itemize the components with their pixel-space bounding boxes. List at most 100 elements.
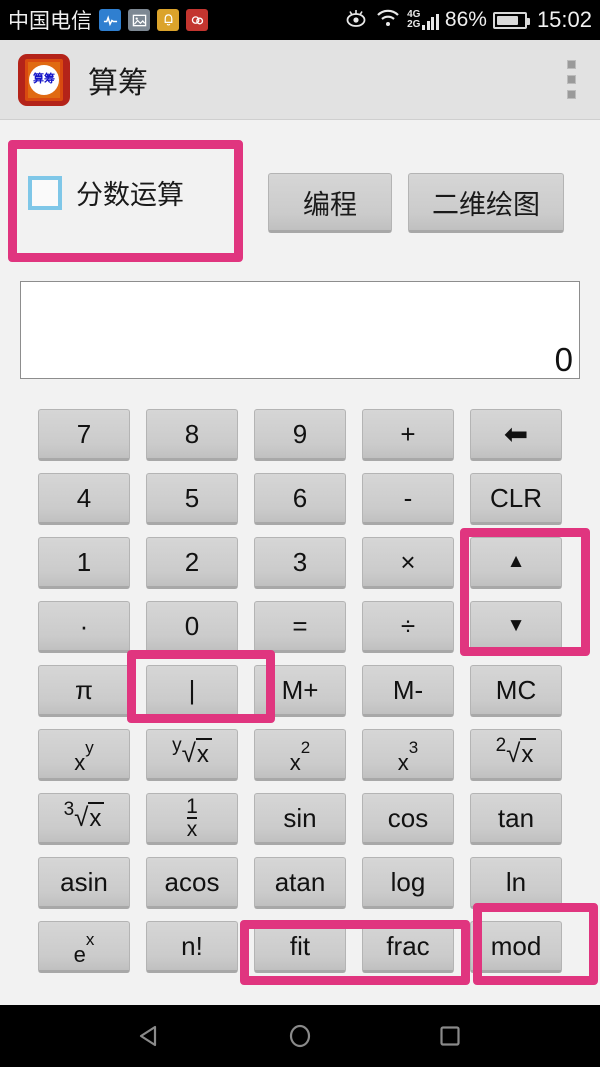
key-label: M+ — [281, 674, 319, 705]
key-plus[interactable]: + — [362, 409, 454, 461]
key-6[interactable]: 6 — [254, 473, 346, 525]
key-x-squared[interactable]: x2 — [254, 729, 346, 781]
key-fit[interactable]: fit — [254, 921, 346, 973]
key-mod[interactable]: mod — [470, 921, 562, 973]
key-7[interactable]: 7 — [38, 409, 130, 461]
key-log[interactable]: log — [362, 857, 454, 909]
key-label: acos — [164, 866, 220, 897]
keypad: 7 8 9 + ⬅ 4 5 6 - CLR 1 2 3 × ▲ · 0 = ÷ ▼ π | M+ M- MC xy y √ x x2 x3 2… — [0, 405, 600, 981]
key-sin[interactable]: sin — [254, 793, 346, 845]
key-multiply[interactable]: × — [362, 537, 454, 589]
plot-2d-button[interactable]: 二维绘图 — [408, 173, 564, 233]
key-label: x2 — [289, 738, 311, 775]
key-label: 8 — [184, 418, 200, 449]
key-asin[interactable]: asin — [38, 857, 130, 909]
clock-label: 15:02 — [536, 7, 592, 32]
key-label: ▲ — [506, 551, 526, 572]
key-ln[interactable]: ln — [470, 857, 562, 909]
key-arrow-down[interactable]: ▼ — [470, 601, 562, 653]
key-label: x3 — [397, 738, 419, 775]
key-x-pow-y[interactable]: xy — [38, 729, 130, 781]
key-label: 3 √ x — [64, 799, 105, 834]
key-pi[interactable]: π — [38, 665, 130, 717]
key-label: + — [400, 418, 416, 449]
fraction-mode-checkbox[interactable]: 分数运算 — [28, 173, 184, 212]
key-2[interactable]: 2 — [146, 537, 238, 589]
key-clear[interactable]: CLR — [470, 473, 562, 525]
key-mem-sub[interactable]: M- — [362, 665, 454, 717]
key-label: 2 — [184, 546, 200, 577]
key-label: 7 — [76, 418, 92, 449]
key-8[interactable]: 8 — [146, 409, 238, 461]
key-label: log — [390, 866, 426, 897]
key-factorial[interactable]: n! — [146, 921, 238, 973]
phone-screen: 中国电信 4G 2G 86% 15:02 算筹 算筹 分数运算 编程 二维绘图 … — [0, 0, 600, 1067]
carrier-label: 中国电信 — [8, 10, 92, 33]
checkbox-icon[interactable] — [28, 175, 62, 210]
programming-button[interactable]: 编程 — [268, 173, 392, 233]
key-label: ln — [505, 866, 527, 897]
key-label: sin — [283, 802, 317, 833]
key-cube-root[interactable]: 3 √ x — [38, 793, 130, 845]
page-title: 算筹 — [88, 66, 148, 100]
key-label: atan — [274, 866, 326, 897]
calculator-display[interactable]: 0 — [20, 281, 580, 379]
keypad-row: 1 2 3 × ▲ — [0, 533, 600, 597]
key-1[interactable]: 1 — [38, 537, 130, 589]
key-pipe[interactable]: | — [146, 665, 238, 717]
network-secondary-label: 2G — [407, 19, 421, 30]
home-icon[interactable] — [285, 1021, 315, 1051]
keypad-row: π | M+ M- MC — [0, 661, 600, 725]
key-label: 6 — [292, 482, 308, 513]
key-divide[interactable]: ÷ — [362, 601, 454, 653]
fraction-mode-label: 分数运算 — [76, 180, 184, 210]
key-label: mod — [490, 930, 542, 961]
key-yth-root[interactable]: y √ x — [146, 729, 238, 781]
key-label: CLR — [489, 482, 542, 513]
key-label: 3 — [292, 546, 308, 577]
key-label: n! — [181, 930, 203, 961]
back-icon[interactable] — [135, 1021, 165, 1051]
key-5[interactable]: 5 — [146, 473, 238, 525]
bell-icon — [157, 9, 179, 31]
key-x-cubed[interactable]: x3 — [362, 729, 454, 781]
keypad-row: xy y √ x x2 x3 2 √ x — [0, 725, 600, 789]
key-backspace[interactable]: ⬅ — [470, 409, 562, 461]
keypad-row: · 0 = ÷ ▼ — [0, 597, 600, 661]
recents-icon[interactable] — [435, 1021, 465, 1051]
image-icon — [128, 9, 150, 31]
key-label: ÷ — [400, 610, 416, 641]
wifi-icon — [375, 8, 401, 33]
key-label: 0 — [184, 610, 200, 641]
key-mem-clear[interactable]: MC — [470, 665, 562, 717]
key-label: 1x — [186, 794, 198, 841]
key-9[interactable]: 9 — [254, 409, 346, 461]
key-label: cos — [387, 802, 429, 833]
key-cos[interactable]: cos — [362, 793, 454, 845]
battery-icon — [492, 11, 530, 29]
overflow-menu-icon[interactable] — [567, 60, 576, 99]
keypad-row: 4 5 6 - CLR — [0, 469, 600, 533]
key-3[interactable]: 3 — [254, 537, 346, 589]
key-tan[interactable]: tan — [470, 793, 562, 845]
key-0[interactable]: 0 — [146, 601, 238, 653]
key-frac[interactable]: frac — [362, 921, 454, 973]
key-label: ex — [73, 930, 95, 967]
key-sqrt[interactable]: 2 √ x — [470, 729, 562, 781]
key-label: xy — [74, 738, 94, 775]
key-e-pow-x[interactable]: ex — [38, 921, 130, 973]
key-minus[interactable]: - — [362, 473, 454, 525]
key-reciprocal[interactable]: 1x — [146, 793, 238, 845]
key-mem-add[interactable]: M+ — [254, 665, 346, 717]
key-decimal[interactable]: · — [38, 601, 130, 653]
key-label: 4 — [76, 482, 92, 513]
key-equals[interactable]: = — [254, 601, 346, 653]
status-bar-left: 中国电信 — [0, 5, 208, 35]
key-atan[interactable]: atan — [254, 857, 346, 909]
key-4[interactable]: 4 — [38, 473, 130, 525]
battery-percent-label: 86% — [444, 8, 487, 31]
key-arrow-up[interactable]: ▲ — [470, 537, 562, 589]
heartbeat-icon — [99, 9, 121, 31]
keypad-row: 7 8 9 + ⬅ — [0, 405, 600, 469]
key-acos[interactable]: acos — [146, 857, 238, 909]
